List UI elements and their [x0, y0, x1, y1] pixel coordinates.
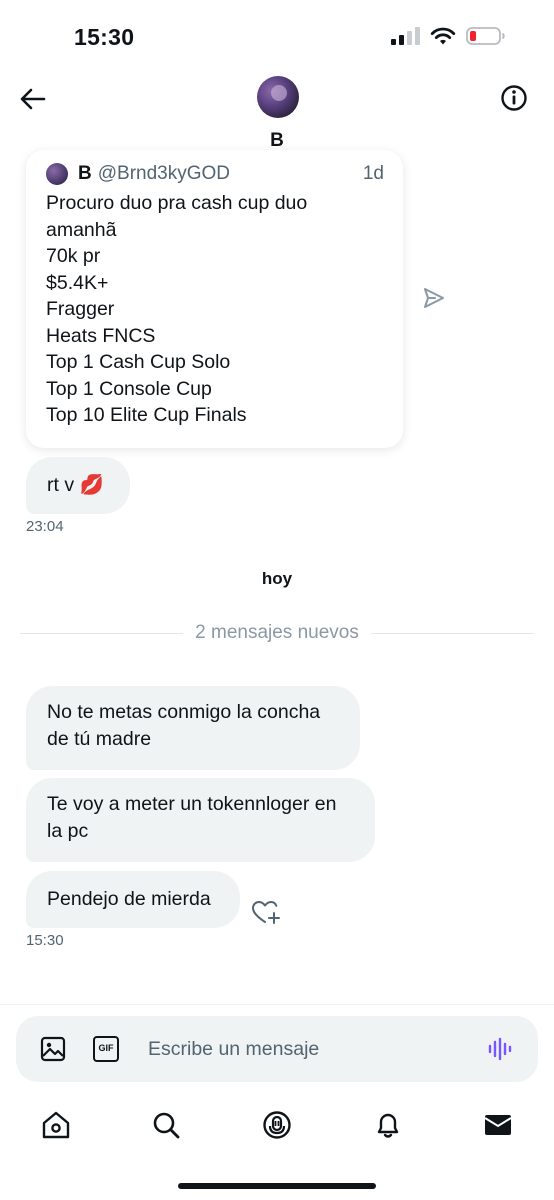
tweet-author-handle: @Brnd3kyGOD	[97, 163, 231, 184]
quoted-tweet-card[interactable]: B @Brnd3kyGOD 1d Procuro duo pra cash cu…	[26, 150, 403, 448]
bell-icon[interactable]	[373, 1110, 403, 1140]
gif-label: GIF	[98, 1043, 114, 1053]
tweet-header: B @Brnd3kyGOD 1d	[46, 162, 384, 186]
contact-name[interactable]: B	[0, 130, 554, 152]
arrow-left-icon[interactable]	[18, 84, 48, 114]
message-input[interactable]	[148, 1030, 468, 1068]
message-bubble[interactable]: No te metas conmigo la concha de tú madr…	[26, 686, 360, 770]
tweet-line: amanhã	[46, 218, 117, 241]
image-icon[interactable]	[40, 1036, 66, 1062]
message-text: rt v 💋	[47, 474, 104, 496]
avatar[interactable]	[257, 76, 299, 118]
divider-line	[370, 632, 534, 634]
new-messages-divider: 2 mensajes nuevos	[20, 622, 534, 644]
gif-icon[interactable]: GIF	[93, 1036, 119, 1062]
heart-plus-icon[interactable]	[251, 900, 281, 926]
wifi-icon	[430, 27, 456, 44]
tweet-line: 70k pr	[46, 245, 101, 267]
tweet-line: Procuro duo pra cash cup duo	[46, 192, 308, 214]
waveform-icon[interactable]	[488, 1036, 514, 1062]
message-text: Pendejo de mierda	[47, 888, 211, 910]
status-icons	[391, 26, 506, 46]
bottom-navigation	[0, 1100, 554, 1160]
tweet-line: $5.4K+	[46, 271, 109, 294]
home-indicator	[178, 1183, 376, 1189]
envelope-icon[interactable]	[483, 1110, 513, 1140]
conversation-header: B	[0, 70, 554, 162]
status-bar: 15:30	[0, 0, 554, 70]
new-messages-label: 2 mensajes nuevos	[195, 622, 359, 643]
message-text: la pc	[47, 820, 89, 842]
tweet-line: Heats FNCS	[46, 324, 156, 347]
search-icon[interactable]	[151, 1110, 181, 1140]
message-text: No te metas conmigo la concha	[47, 701, 321, 723]
info-circle-icon[interactable]	[500, 84, 528, 112]
message-text: de tú madre	[47, 728, 152, 750]
composer-separator	[0, 1004, 554, 1005]
battery-icon	[466, 27, 505, 45]
tweet-line: Top 10 Elite Cup Finals	[46, 404, 247, 426]
day-separator: hoy	[261, 569, 293, 588]
tweet-line: Top 1 Console Cup	[46, 377, 212, 400]
divider-line	[20, 632, 184, 634]
microphone-icon[interactable]	[262, 1110, 292, 1140]
tweet-author-name: B	[78, 163, 92, 184]
message-bubble[interactable]: Te voy a meter un tokennloger en la pc	[26, 778, 375, 862]
tweet-avatar	[46, 163, 68, 185]
message-composer: GIF	[16, 1016, 538, 1082]
send-icon[interactable]	[422, 286, 446, 310]
tweet-time: 1d	[362, 163, 384, 184]
message-bubble[interactable]: rt v 💋	[26, 457, 130, 514]
message-timestamp: 15:30	[26, 932, 64, 949]
cellular-signal-icon	[391, 27, 420, 45]
message-text: Te voy a meter un tokennloger en	[47, 793, 337, 815]
tweet-text: Procuro duo pra cash cup duo amanhã 70k …	[46, 190, 383, 429]
status-time: 15:30	[74, 24, 135, 50]
tweet-line: Fragger	[46, 298, 115, 320]
home-icon[interactable]	[41, 1110, 71, 1140]
message-bubble[interactable]: Pendejo de mierda	[26, 871, 240, 928]
message-timestamp: 23:04	[26, 518, 64, 535]
tweet-line: Top 1 Cash Cup Solo	[46, 351, 231, 373]
